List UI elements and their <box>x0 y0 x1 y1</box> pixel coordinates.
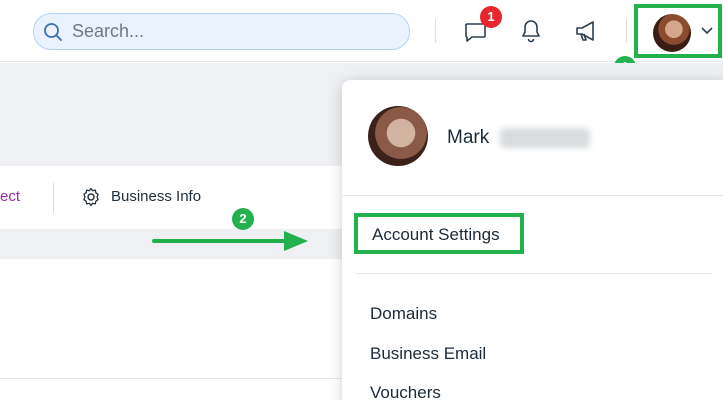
account-menu-button[interactable] <box>634 4 722 58</box>
tab-business-info[interactable]: Business Info <box>111 188 201 205</box>
account-settings-item[interactable]: Account Settings <box>354 213 524 254</box>
divider <box>435 19 436 43</box>
avatar <box>653 14 691 52</box>
divider <box>356 273 711 274</box>
avatar <box>368 106 428 166</box>
account-settings-label: Account Settings <box>372 225 500 244</box>
arrow-right-icon <box>152 231 308 251</box>
search-icon <box>44 23 62 41</box>
menu-item-vouchers[interactable]: Vouchers <box>370 383 441 400</box>
menu-item-business-email[interactable]: Business Email <box>370 344 486 364</box>
notification-badge: 1 <box>480 6 502 28</box>
tab-partial[interactable]: ect <box>0 188 20 205</box>
user-name: Mark <box>447 127 490 148</box>
divider <box>342 195 723 196</box>
gear-icon <box>83 187 99 207</box>
step-2-marker: 2 <box>232 208 254 230</box>
divider <box>53 183 54 213</box>
chevron-down-icon <box>701 27 713 35</box>
blurred-last-name <box>500 128 590 148</box>
divider <box>626 19 627 43</box>
search-input[interactable] <box>72 14 392 49</box>
bell-icon[interactable] <box>518 17 544 45</box>
menu-item-domains[interactable]: Domains <box>370 304 437 324</box>
search-box[interactable] <box>33 13 410 50</box>
megaphone-icon[interactable] <box>574 17 600 45</box>
account-dropdown: Mark Account Settings Domains Business E… <box>342 80 723 400</box>
top-bar: 1 <box>0 0 723 62</box>
divider <box>0 378 360 379</box>
